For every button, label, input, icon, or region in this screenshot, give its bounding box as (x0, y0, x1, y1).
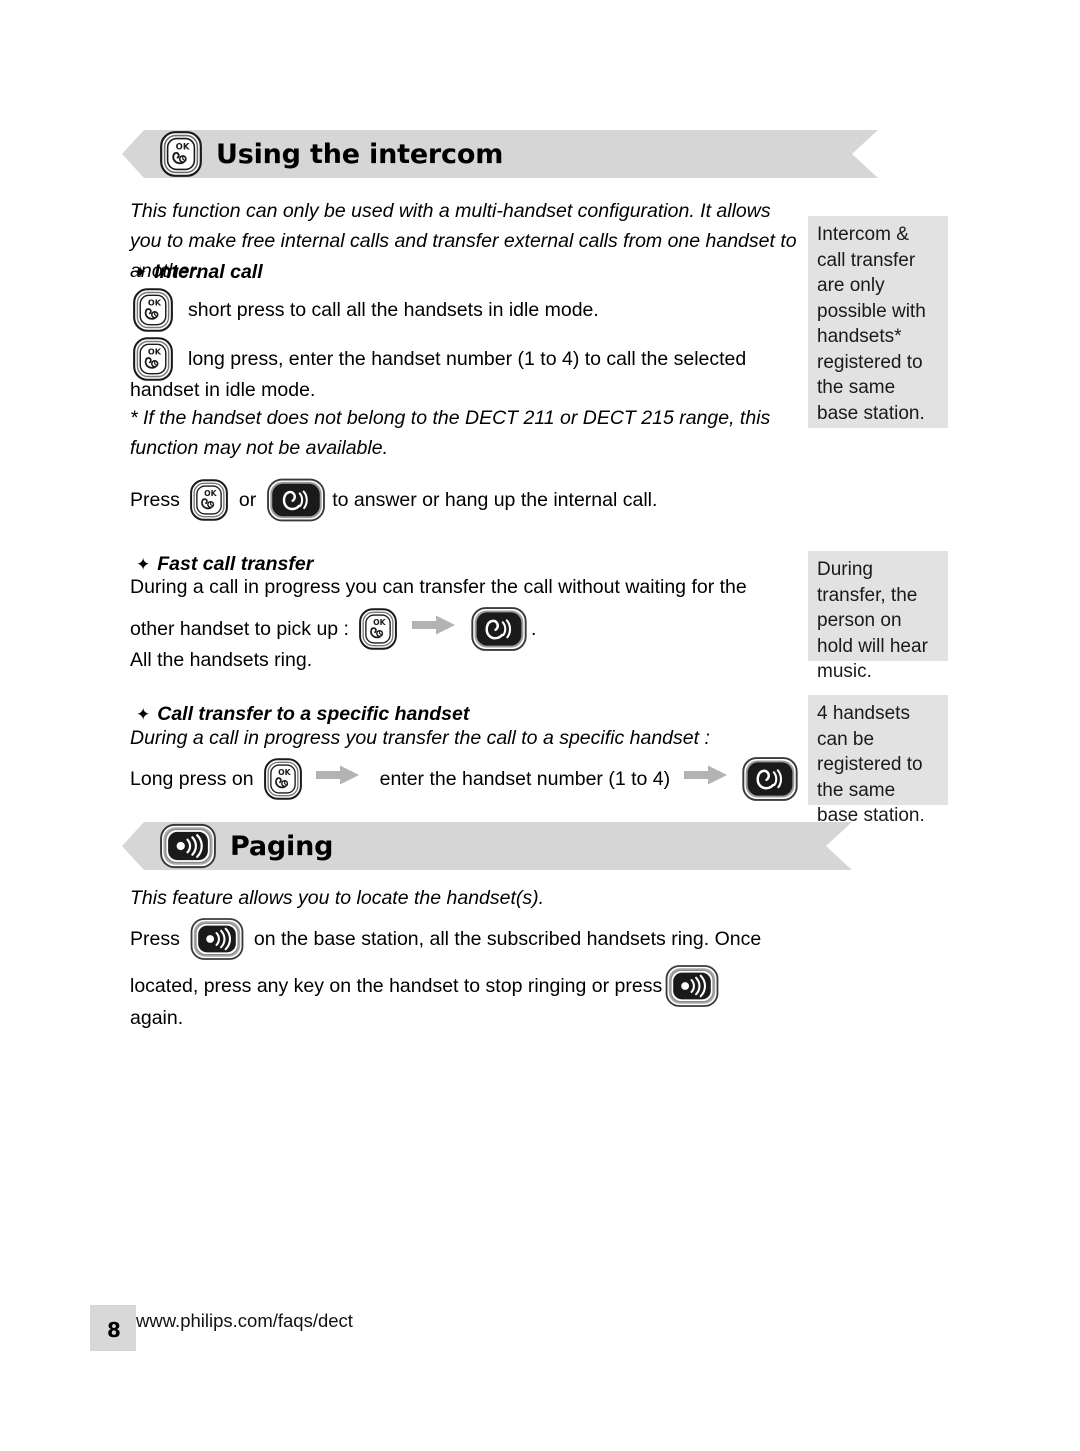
call-transfer-specific-step-middle: enter the handset number (1 to 4) (379, 768, 671, 790)
banner-title-intercom: Using the intercom (216, 138, 504, 170)
fast-call-transfer-step-prefix: other handset to pick up : (130, 618, 349, 640)
internal-call-press-row: Press OK or to answer or hang up the int… (130, 478, 657, 522)
arrow-right-icon (411, 614, 456, 645)
fast-call-transfer-step-suffix: . (530, 618, 537, 640)
call-transfer-specific-intro: During a call in progress you transfer t… (130, 727, 710, 749)
paging-speaker-key-icon (190, 918, 244, 960)
ok-handset-key-icon: OK (160, 131, 202, 177)
paging-press-suffix: on the base station, all the subscribed … (253, 928, 762, 950)
bullet-diamond-icon: ✦ (133, 263, 148, 282)
ok-handset-key-icon: OK (133, 288, 173, 332)
paging-located-row: located, press any key on the handset to… (130, 965, 719, 1007)
ok-handset-key-icon: OK (359, 608, 397, 650)
footer-url: www.philips.com/faqs/dect (136, 1310, 353, 1331)
page-number: 8 (107, 1318, 121, 1342)
arrow-right-icon (684, 764, 728, 795)
subheading-internal-call: ✦ Internal call (133, 258, 263, 287)
svg-text:OK: OK (176, 143, 190, 153)
paging-speaker-key-icon (665, 965, 719, 1007)
side-note-handset-registration: 4 handsets can be registered to the same… (808, 695, 948, 826)
section-banner-paging: Paging (122, 822, 852, 870)
svg-text:OK: OK (148, 347, 162, 357)
side-note-transfer-music: During transfer, the person on hold will… (808, 551, 948, 682)
subheading-internal-call-label: Internal call (154, 261, 263, 283)
internal-call-short-press-row: OK short press to call all the handsets … (133, 288, 599, 332)
subheading-call-transfer-specific-label: Call transfer to a specific handset (157, 703, 470, 725)
paging-intro-text: This feature allows you to locate the ha… (130, 887, 545, 909)
svg-text:OK: OK (373, 618, 387, 627)
call-transfer-specific-step-prefix: Long press on (130, 768, 254, 790)
press-label: Press (130, 489, 180, 511)
paging-press-row: Press on the base station, all the subsc… (130, 918, 761, 960)
arrow-right-icon (315, 764, 360, 795)
svg-text:OK: OK (148, 298, 162, 308)
paging-located-text: located, press any key on the handset to… (130, 975, 663, 997)
side-note-intercom: Intercom & call transfer are only possib… (808, 216, 948, 428)
paging-again-text: again. (130, 1007, 184, 1029)
manual-page: OK Using the intercom This function can … (0, 0, 1080, 1451)
internal-call-long-press-text: long press, enter the handset number (1 … (188, 348, 747, 370)
internal-call-short-press-text: short press to call all the handsets in … (188, 299, 599, 321)
call-transfer-specific-steps-row: Long press on OK enter the handset numbe… (130, 757, 798, 801)
fast-call-transfer-line3: All the handsets ring. (130, 649, 313, 671)
section-banner-intercom: OK Using the intercom (122, 130, 878, 178)
press-suffix-label: to answer or hang up the internal call. (332, 489, 658, 511)
press-or-label: or (238, 489, 257, 511)
svg-text:OK: OK (204, 489, 218, 498)
call-handset-key-icon (267, 478, 326, 522)
paging-speaker-key-icon (160, 823, 216, 869)
ok-handset-key-icon: OK (189, 479, 228, 521)
internal-call-footnote: * If the handset does not belong to the … (130, 407, 771, 459)
internal-call-long-press-continuation: handset in idle mode. (130, 379, 316, 401)
bullet-diamond-icon: ✦ (136, 705, 151, 724)
ok-handset-key-icon: OK (263, 758, 302, 800)
svg-text:OK: OK (278, 768, 292, 777)
fast-call-transfer-line1: During a call in progress you can transf… (130, 576, 747, 598)
banner-title-paging: Paging (230, 830, 334, 862)
paging-press-label: Press (130, 928, 180, 950)
call-handset-key-icon (742, 757, 798, 801)
